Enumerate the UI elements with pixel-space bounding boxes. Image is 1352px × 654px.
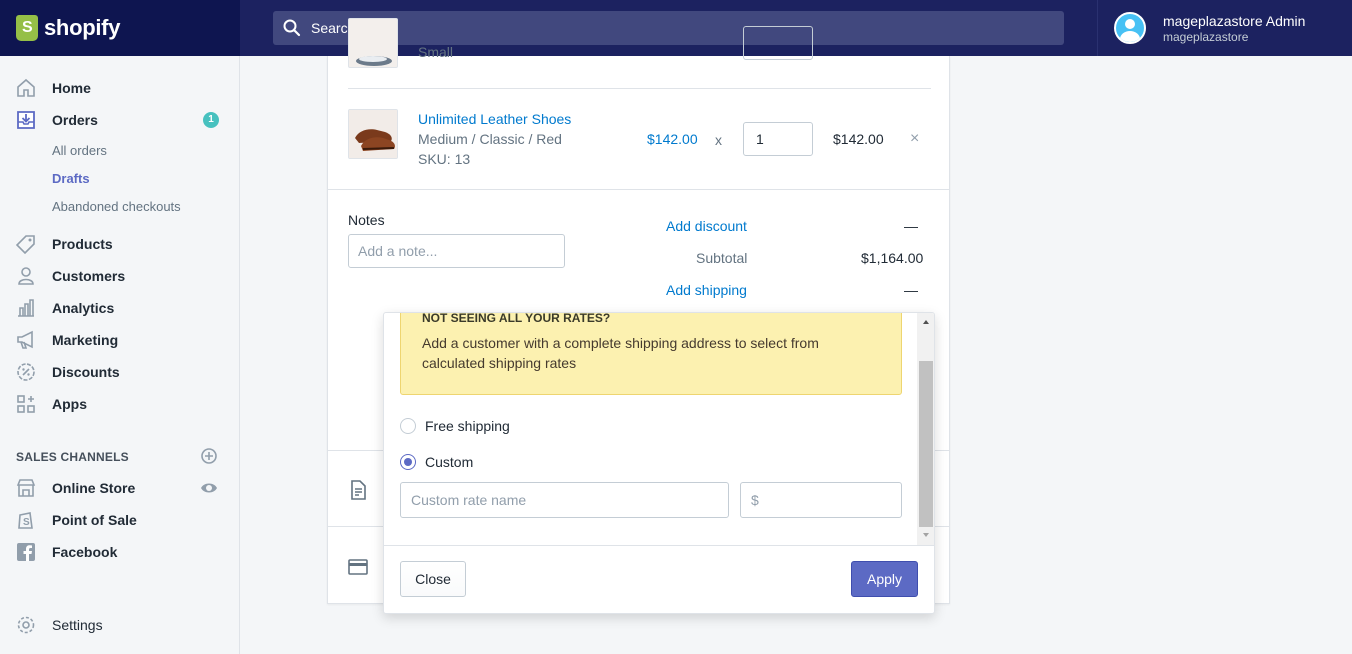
quantity-input[interactable]: 1 bbox=[743, 122, 813, 156]
invoice-icon bbox=[351, 480, 366, 500]
orders-count-badge: 1 bbox=[203, 112, 219, 128]
apply-button[interactable]: Apply bbox=[851, 561, 918, 597]
sidebar-item-label: Analytics bbox=[52, 300, 115, 316]
times-sign: x bbox=[715, 132, 722, 148]
sidebar-subitem-abandoned-checkouts[interactable]: Abandoned checkouts bbox=[52, 199, 181, 214]
subtotal-label: Subtotal bbox=[696, 250, 748, 266]
sidebar-item-apps[interactable]: Apps bbox=[0, 390, 239, 418]
custom-rate-price-input[interactable]: $ bbox=[740, 482, 902, 518]
sidebar-item-label: Products bbox=[52, 236, 113, 252]
close-button[interactable]: Close bbox=[400, 561, 466, 597]
scroll-down-arrow-icon[interactable] bbox=[921, 531, 931, 539]
home-icon bbox=[17, 78, 35, 97]
sidebar-subitem-all-orders[interactable]: All orders bbox=[52, 143, 107, 158]
orders-icon bbox=[17, 111, 35, 129]
credit-card-icon bbox=[348, 559, 368, 575]
bar-chart-icon bbox=[18, 299, 34, 317]
search-icon bbox=[283, 19, 301, 37]
eye-icon[interactable] bbox=[200, 479, 218, 497]
discount-value: — bbox=[904, 218, 918, 234]
sidebar-item-label: Online Store bbox=[52, 480, 136, 496]
add-shipping-link[interactable]: Add shipping bbox=[666, 282, 747, 298]
sidebar-item-settings[interactable]: Settings bbox=[0, 611, 239, 639]
notice-body: Add a customer with a complete shipping … bbox=[422, 335, 819, 371]
rates-notice-banner: NOT SEEING ALL YOUR RATES? Add a custome… bbox=[400, 312, 902, 395]
store-name: mageplazastore bbox=[1163, 29, 1249, 44]
shipping-value: — bbox=[904, 282, 918, 298]
sidebar-item-label: Discounts bbox=[52, 364, 120, 380]
line-item-sku: SKU: 13 bbox=[418, 151, 471, 167]
product-thumbnail bbox=[348, 18, 398, 68]
top-bar: shopify Search mageplazastore Admin mage… bbox=[0, 0, 1352, 56]
sidebar-item-label: Marketing bbox=[52, 332, 119, 348]
sidebar-item-orders[interactable]: Orders 1 bbox=[0, 106, 239, 134]
sidebar-item-point-of-sale[interactable]: S Point of Sale bbox=[0, 506, 239, 534]
custom-shipping-radio[interactable] bbox=[400, 454, 416, 470]
quantity-input[interactable] bbox=[743, 26, 813, 60]
shipping-rate-popover: NOT SEEING ALL YOUR RATES? Add a custome… bbox=[383, 312, 935, 614]
product-thumbnail bbox=[348, 109, 398, 159]
tag-icon bbox=[16, 235, 35, 254]
notes-label: Notes bbox=[348, 212, 385, 228]
sidebar-item-label: Orders bbox=[52, 112, 98, 128]
sidebar-item-products[interactable]: Products bbox=[0, 230, 239, 258]
divider bbox=[384, 545, 934, 546]
sidebar-item-analytics[interactable]: Analytics bbox=[0, 294, 239, 322]
user-name: mageplazastore Admin bbox=[1163, 12, 1306, 29]
facebook-icon bbox=[17, 543, 35, 561]
sidebar-item-label: Facebook bbox=[52, 544, 118, 560]
sidebar-item-label: Customers bbox=[52, 268, 126, 284]
add-channel-icon[interactable] bbox=[200, 447, 218, 465]
discount-icon bbox=[17, 363, 35, 381]
notes-input[interactable]: Add a note... bbox=[348, 234, 565, 268]
remove-item-icon[interactable]: × bbox=[910, 130, 919, 148]
sidebar-item-customers[interactable]: Customers bbox=[0, 262, 239, 290]
sidebar-item-marketing[interactable]: Marketing bbox=[0, 326, 239, 354]
apps-icon bbox=[17, 395, 35, 413]
user-menu[interactable]: mageplazastore Admin mageplazastore bbox=[1097, 0, 1350, 56]
gear-icon bbox=[17, 616, 35, 634]
scrollbar-thumb[interactable] bbox=[919, 361, 933, 527]
free-shipping-label[interactable]: Free shipping bbox=[425, 418, 510, 434]
shopify-bag-icon bbox=[16, 15, 38, 41]
line-item-price-link[interactable]: $142.00 bbox=[647, 131, 698, 147]
custom-shipping-label[interactable]: Custom bbox=[425, 454, 473, 470]
avatar bbox=[1114, 12, 1146, 44]
scroll-up-arrow-icon[interactable] bbox=[921, 318, 931, 326]
sidebar-item-facebook[interactable]: Facebook bbox=[0, 538, 239, 566]
sidebar-subitem-drafts[interactable]: Drafts bbox=[52, 171, 90, 186]
free-shipping-radio[interactable] bbox=[400, 418, 416, 434]
line-item-variant: Medium / Classic / Red bbox=[418, 131, 562, 147]
divider bbox=[328, 189, 949, 190]
pos-icon: S bbox=[18, 512, 33, 529]
brand-name: shopify bbox=[44, 15, 121, 40]
megaphone-icon bbox=[17, 330, 33, 349]
custom-rate-name-input[interactable]: Custom rate name bbox=[400, 482, 729, 518]
add-discount-link[interactable]: Add discount bbox=[666, 218, 747, 234]
sidebar: Home Orders 1 All orders Drafts Abandone… bbox=[0, 56, 240, 654]
sales-channels-heading: SALES CHANNELS bbox=[16, 450, 129, 464]
notice-title: NOT SEEING ALL YOUR RATES? bbox=[422, 312, 611, 325]
sidebar-item-online-store[interactable]: Online Store bbox=[0, 474, 239, 502]
store-icon bbox=[16, 479, 36, 497]
sidebar-item-label: Settings bbox=[52, 617, 103, 633]
sidebar-item-label: Point of Sale bbox=[52, 512, 137, 528]
divider bbox=[348, 88, 931, 89]
sidebar-item-label: Apps bbox=[52, 396, 87, 412]
sidebar-item-label: Home bbox=[52, 80, 91, 96]
svg-text:S: S bbox=[23, 517, 30, 528]
shopify-logo[interactable]: shopify bbox=[0, 0, 240, 56]
sidebar-item-discounts[interactable]: Discounts bbox=[0, 358, 239, 386]
line-item-total: $142.00 bbox=[833, 131, 884, 147]
subtotal-value: $1,164.00 bbox=[861, 250, 924, 266]
person-icon bbox=[18, 267, 34, 285]
line-item-title-link[interactable]: Unlimited Leather Shoes bbox=[418, 111, 571, 127]
line-item-variant: Small bbox=[418, 44, 454, 60]
sidebar-item-home[interactable]: Home bbox=[0, 74, 239, 102]
